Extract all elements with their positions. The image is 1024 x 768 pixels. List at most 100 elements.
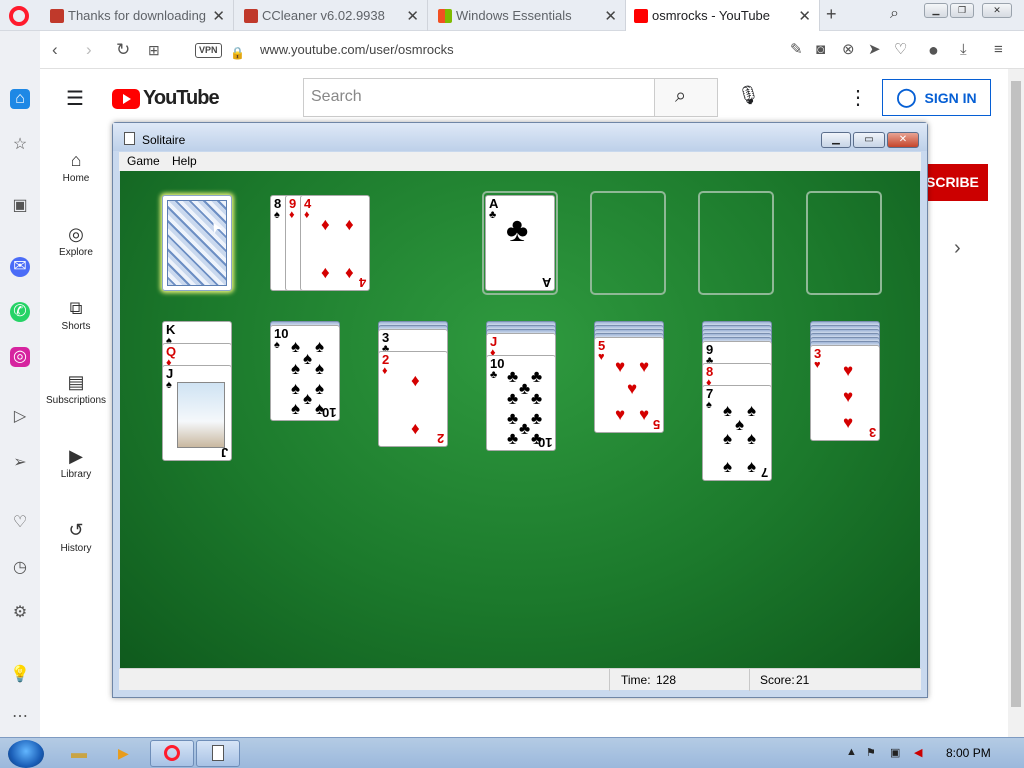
home-icon: ⌂ [70,150,82,170]
menu-game[interactable]: Game [127,154,160,168]
restore-window-button[interactable]: ❐ [950,3,974,18]
profile-avatar-icon[interactable]: ● [928,40,939,60]
search-button[interactable]: ⌕ [654,78,718,117]
vpn-badge[interactable]: VPN [195,43,222,58]
card-pip: ♣ [507,429,519,448]
lightbulb-icon[interactable]: 💡 [10,665,30,685]
taskbar-explorer[interactable]: ▬ [64,740,94,767]
page-scrollbar[interactable] [1008,69,1024,737]
playing-card[interactable]: A ♣ A ♣ [485,195,555,291]
tab-search-icon[interactable]: ⌕ [890,5,899,23]
shopping-bag-icon[interactable]: ▣ [10,196,30,216]
flag-icon[interactable]: ⚑ [866,746,876,759]
card-pip: ♠ [291,379,301,398]
speed-dial-icon[interactable]: ⌂ [10,89,30,109]
start-button[interactable] [8,740,44,768]
tab-windows-essentials[interactable]: Windows Essentials ✕ [430,0,626,31]
search-input[interactable]: Search [303,78,655,117]
foundation-slot[interactable] [806,191,882,295]
block-icon[interactable]: ⊗ [842,40,855,60]
hamburger-menu-icon[interactable]: ☰ [66,86,84,111]
foundation-slot[interactable] [698,191,774,295]
nav-home[interactable]: ⌂ Home [40,147,112,184]
taskbar-solitaire[interactable] [196,740,240,767]
playing-card[interactable]: 10 ♣ 10 ♣ ♣ ♣ ♣ ♣ ♣ ♣ ♣ ♣ ♣ [486,355,556,451]
solitaire-minimize-button[interactable]: ▁ [821,132,851,148]
reload-icon[interactable]: ↻ [116,40,130,60]
send-icon[interactable]: ➤ [868,40,881,60]
tab-youtube[interactable]: osmrocks - YouTube ✕ [626,0,820,31]
playing-card[interactable]: 7 ♠ 7 ♠ ♠ ♠ ♠ ♠ ♠ ♠ [702,385,772,481]
camera-icon[interactable]: ◙ [816,40,825,60]
show-hidden-icons[interactable]: ▲ [846,746,857,758]
bookmarks-icon[interactable]: ☆ [10,135,30,155]
opera-logo-icon[interactable] [9,6,29,26]
opera-icon [164,745,180,761]
card-rank-bottom: 5 [652,417,660,432]
close-tab-icon[interactable]: ✕ [406,7,419,25]
history-clock-icon[interactable]: ◷ [10,558,30,578]
playing-card[interactable]: J ♠ J [162,365,232,461]
playing-card[interactable]: 3 ♥ 3 ♥ ♥ ♥ [810,345,880,441]
messenger-icon[interactable]: ✉ [10,257,30,277]
microphone-icon[interactable]: 🎙 [737,85,760,106]
tabs-grid-icon[interactable]: ⊞ [148,40,160,60]
send-icon[interactable]: ➢ [10,453,30,473]
nav-history[interactable]: ↺ History [40,517,112,554]
close-tab-icon[interactable]: ✕ [604,7,617,25]
stock-pile[interactable] [162,195,232,291]
time-label: Time: [621,673,651,687]
network-icon[interactable]: ▣ [890,746,900,759]
nav-library[interactable]: ▶ Library [40,443,112,480]
subscribe-button[interactable]: SCRIBE [918,164,988,201]
tab-ccleaner-thanks[interactable]: Thanks for downloading CCleaner ✕ [42,0,234,31]
player-icon[interactable]: ▷ [10,407,30,427]
easy-setup-icon[interactable]: ≡ [994,40,1003,60]
instagram-icon[interactable]: ◎ [10,347,30,367]
solitaire-close-button[interactable]: ✕ [887,132,919,148]
playing-card[interactable]: 2 ♦ 2 ♦ ♦ [378,351,448,447]
sign-in-button[interactable]: ◯ SIGN IN [882,79,991,116]
taskbar-media-player[interactable]: ▶ [110,740,140,767]
card-suit: ♠ [274,209,280,221]
nav-subscriptions[interactable]: ▤ Subscriptions [40,369,112,406]
solitaire-titlebar[interactable]: Solitaire ▁ ▭ ✕ [113,123,927,151]
back-arrow-icon[interactable]: ‹ [52,40,58,60]
playing-card[interactable]: 10 ♠ 10 ♠ ♠ ♠ ♠ ♠ ♠ ♠ ♠ ♠ ♠ [270,325,340,421]
nav-shorts[interactable]: ⧉ Shorts [40,295,112,332]
menu-help[interactable]: Help [172,154,197,168]
foundation-slot[interactable] [590,191,666,295]
close-tab-icon[interactable]: ✕ [212,7,225,25]
minimize-window-button[interactable]: ▁ [924,3,948,18]
playing-card[interactable]: 4 ♦ 4 ♦ ♦ ♦ ♦ [300,195,370,291]
my-flow-heart-icon[interactable]: ♡ [10,513,30,533]
new-tab-button[interactable]: + [826,4,837,25]
more-dots-icon[interactable]: ⋯ [10,707,30,727]
taskbar-opera[interactable] [150,740,194,767]
playing-card[interactable]: 5 ♥ 5 ♥ ♥ ♥ ♥ ♥ [594,337,664,433]
solitaire-maximize-button[interactable]: ▭ [853,132,885,148]
taskbar-clock[interactable]: 8:00 PM [946,746,991,760]
close-tab-icon[interactable]: ✕ [798,7,811,25]
nav-explore[interactable]: ◎ Explore [40,221,112,258]
volume-muted-icon[interactable]: ◀ [914,746,922,759]
nav-label: Library [60,469,92,480]
url-field[interactable]: www.youtube.com/user/osmrocks [260,42,454,57]
card-rank-bottom: 4 [358,275,366,290]
card-pip: ♣ [507,367,519,386]
card-pip: ♦ [321,263,330,282]
settings-gear-icon[interactable]: ⚙ [10,603,30,623]
whatsapp-icon[interactable]: ✆ [10,302,30,322]
scrollbar-thumb[interactable] [1011,81,1021,707]
settings-dots-icon[interactable]: ⋮ [848,85,868,110]
tab-ccleaner-version[interactable]: CCleaner v6.02.9938 ✕ [236,0,428,31]
card-pip: ♦ [345,263,354,282]
chevron-right-icon[interactable]: › [954,237,961,260]
heart-icon[interactable]: ♡ [894,40,907,60]
edit-icon[interactable]: ✎ [790,40,803,60]
download-icon[interactable]: ⤓ [960,40,967,60]
card-pip: ♣ [519,419,531,438]
close-window-button[interactable]: ✕ [982,3,1012,18]
youtube-logo[interactable]: YouTube [112,87,220,110]
forward-arrow-icon[interactable]: › [86,40,92,60]
